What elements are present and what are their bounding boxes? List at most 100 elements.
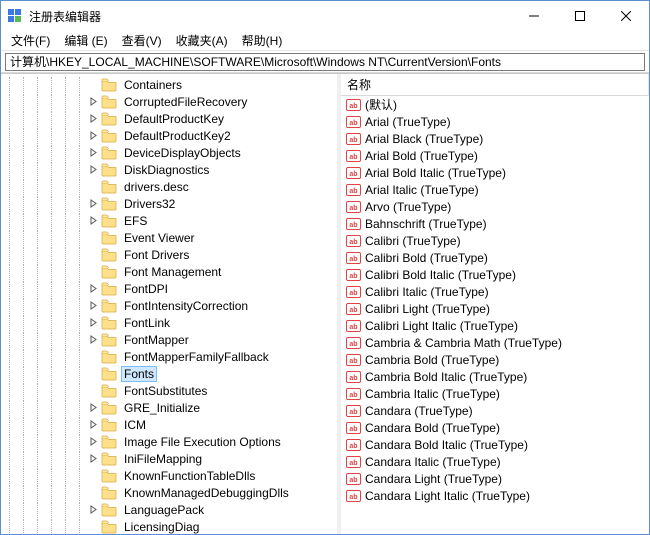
tree-item[interactable]: FontMapperFamilyFallback: [3, 348, 337, 365]
folder-icon: [101, 418, 117, 432]
tree-item[interactable]: FontLink: [3, 314, 337, 331]
list-item[interactable]: ab Arial Bold Italic (TrueType): [341, 164, 649, 181]
list-item[interactable]: ab Arial (TrueType): [341, 113, 649, 130]
tree-item[interactable]: ICM: [3, 416, 337, 433]
expand-icon[interactable]: [87, 147, 99, 159]
expand-icon[interactable]: [87, 419, 99, 431]
tree-item-label: GRE_Initialize: [121, 400, 203, 416]
tree-item[interactable]: FontIntensityCorrection: [3, 297, 337, 314]
list-item[interactable]: ab Candara Italic (TrueType): [341, 453, 649, 470]
tree-item-label: DefaultProductKey: [121, 111, 227, 127]
folder-icon: [101, 333, 117, 347]
list-item[interactable]: ab Calibri Italic (TrueType): [341, 283, 649, 300]
minimize-button[interactable]: [511, 1, 557, 31]
tree-item[interactable]: FontDPI: [3, 280, 337, 297]
expand-icon[interactable]: [87, 198, 99, 210]
expand-icon[interactable]: [87, 436, 99, 448]
list-item[interactable]: ab Candara Bold Italic (TrueType): [341, 436, 649, 453]
tree-depth-guides: [3, 145, 87, 161]
list-item[interactable]: ab Calibri (TrueType): [341, 232, 649, 249]
expand-icon[interactable]: [87, 164, 99, 176]
tree-item-label: Font Management: [121, 264, 224, 280]
address-input[interactable]: [5, 53, 645, 71]
tree-item[interactable]: CorruptedFileRecovery: [3, 93, 337, 110]
tree-item[interactable]: KnownManagedDebuggingDlls: [3, 484, 337, 501]
list-item[interactable]: ab Cambria & Cambria Math (TrueType): [341, 334, 649, 351]
tree-item[interactable]: drivers.desc: [3, 178, 337, 195]
list-item-label: Candara Light Italic (TrueType): [365, 489, 530, 503]
list-item[interactable]: ab Calibri Light Italic (TrueType): [341, 317, 649, 334]
list-item[interactable]: ab Arial Italic (TrueType): [341, 181, 649, 198]
tree-item[interactable]: DiskDiagnostics: [3, 161, 337, 178]
tree-item[interactable]: LicensingDiag: [3, 518, 337, 534]
tree-item[interactable]: Font Management: [3, 263, 337, 280]
tree-depth-guides: [3, 468, 87, 484]
list-item[interactable]: ab Calibri Bold Italic (TrueType): [341, 266, 649, 283]
list-item[interactable]: ab Arial Bold (TrueType): [341, 147, 649, 164]
menu-view[interactable]: 查看(V): [116, 30, 168, 51]
expand-icon[interactable]: [87, 317, 99, 329]
list-item[interactable]: ab Arvo (TrueType): [341, 198, 649, 215]
list-item-label: Cambria Bold (TrueType): [365, 353, 499, 367]
folder-icon: [101, 469, 117, 483]
expand-icon[interactable]: [87, 130, 99, 142]
list-item[interactable]: ab Cambria Italic (TrueType): [341, 385, 649, 402]
menu-edit[interactable]: 编辑 (E): [58, 30, 113, 51]
tree-item[interactable]: FontMapper: [3, 331, 337, 348]
expand-icon[interactable]: [87, 334, 99, 346]
tree-item[interactable]: DefaultProductKey2: [3, 127, 337, 144]
tree-item[interactable]: Image File Execution Options: [3, 433, 337, 450]
tree-item[interactable]: FontSubstitutes: [3, 382, 337, 399]
tree-item[interactable]: Drivers32: [3, 195, 337, 212]
expand-icon[interactable]: [87, 283, 99, 295]
tree-item[interactable]: Font Drivers: [3, 246, 337, 263]
tree-pane[interactable]: Containers CorruptedFileRecovery Default…: [1, 74, 337, 534]
tree-item[interactable]: KnownFunctionTableDlls: [3, 467, 337, 484]
tree-item[interactable]: IniFileMapping: [3, 450, 337, 467]
tree-depth-guides: [3, 230, 87, 246]
close-button[interactable]: [603, 1, 649, 31]
expand-icon[interactable]: [87, 113, 99, 125]
list-item[interactable]: ab Cambria Bold (TrueType): [341, 351, 649, 368]
expand-icon[interactable]: [87, 215, 99, 227]
expand-icon[interactable]: [87, 96, 99, 108]
tree-item[interactable]: DefaultProductKey: [3, 110, 337, 127]
addressbar: [1, 51, 649, 73]
expand-icon[interactable]: [87, 300, 99, 312]
list-item[interactable]: ab Bahnschrift (TrueType): [341, 215, 649, 232]
menu-favorites[interactable]: 收藏夹(A): [170, 30, 234, 51]
tree-item[interactable]: Containers: [3, 76, 337, 93]
tree-item[interactable]: Event Viewer: [3, 229, 337, 246]
list-item[interactable]: ab Cambria Bold Italic (TrueType): [341, 368, 649, 385]
tree-item[interactable]: DeviceDisplayObjects: [3, 144, 337, 161]
reg-string-icon: ab: [345, 421, 361, 435]
tree-item-label: LanguagePack: [121, 502, 207, 518]
folder-icon: [101, 520, 117, 534]
expand-icon[interactable]: [87, 504, 99, 516]
reg-string-icon: ab: [345, 455, 361, 469]
column-header-name[interactable]: 名称: [341, 74, 649, 96]
list-item[interactable]: ab Candara Bold (TrueType): [341, 419, 649, 436]
svg-text:ab: ab: [349, 222, 357, 229]
list-item[interactable]: ab (默认): [341, 96, 649, 113]
list-item[interactable]: ab Calibri Light (TrueType): [341, 300, 649, 317]
list-item[interactable]: ab Arial Black (TrueType): [341, 130, 649, 147]
svg-text:ab: ab: [349, 426, 357, 433]
tree-depth-guides: [3, 519, 87, 535]
expand-icon[interactable]: [87, 402, 99, 414]
list-pane[interactable]: 名称 ab (默认) ab Arial (TrueType) ab Arial …: [341, 74, 649, 534]
list-item-label: Calibri Italic (TrueType): [365, 285, 489, 299]
list-item[interactable]: ab Candara Light (TrueType): [341, 470, 649, 487]
tree-item[interactable]: GRE_Initialize: [3, 399, 337, 416]
menu-help[interactable]: 帮助(H): [236, 30, 289, 51]
tree-item[interactable]: Fonts: [3, 365, 337, 382]
list-body: ab (默认) ab Arial (TrueType) ab Arial Bla…: [341, 96, 649, 504]
expand-icon[interactable]: [87, 453, 99, 465]
list-item[interactable]: ab Calibri Bold (TrueType): [341, 249, 649, 266]
tree-item[interactable]: LanguagePack: [3, 501, 337, 518]
maximize-button[interactable]: [557, 1, 603, 31]
menu-file[interactable]: 文件(F): [5, 30, 56, 51]
tree-item[interactable]: EFS: [3, 212, 337, 229]
list-item[interactable]: ab Candara (TrueType): [341, 402, 649, 419]
list-item[interactable]: ab Candara Light Italic (TrueType): [341, 487, 649, 504]
